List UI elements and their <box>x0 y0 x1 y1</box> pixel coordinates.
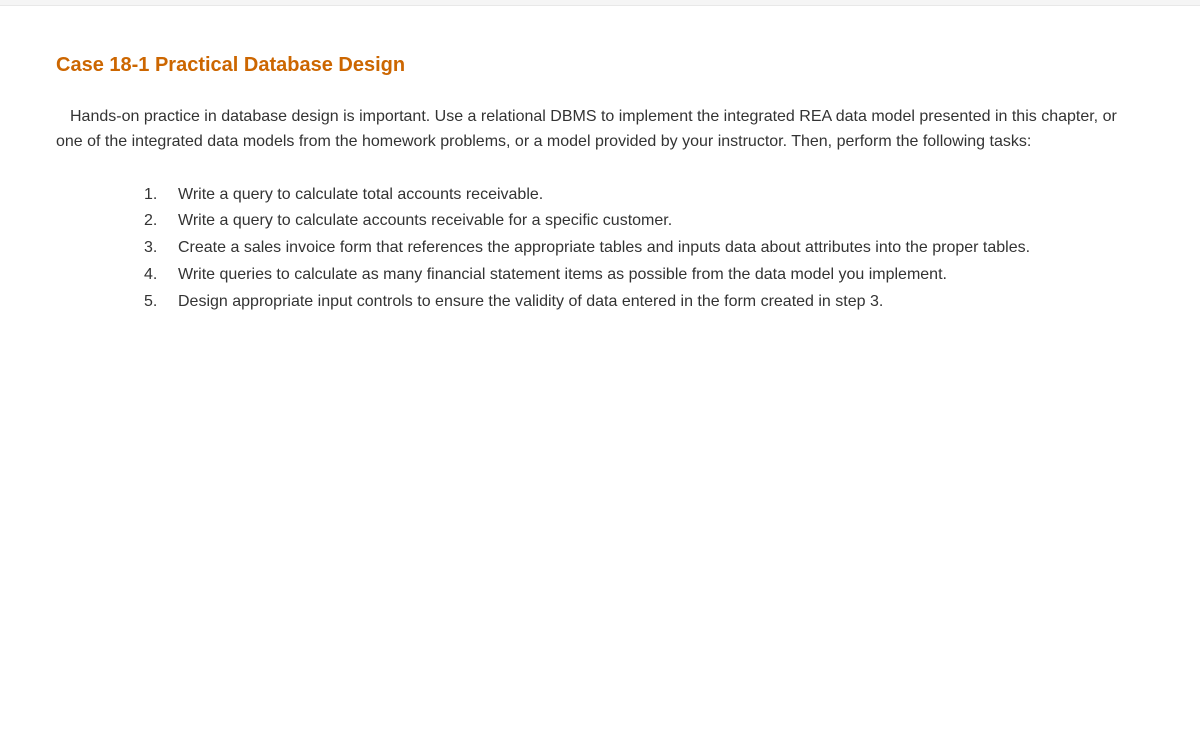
list-item: 1. Write a query to calculate total acco… <box>144 183 1104 208</box>
list-text: Write queries to calculate as many finan… <box>178 263 1104 288</box>
list-text: Write a query to calculate total account… <box>178 183 1104 208</box>
document-content: Case 18-1 Practical Database Design Hand… <box>0 6 1200 315</box>
list-number: 1. <box>144 183 178 208</box>
list-number: 5. <box>144 290 178 315</box>
list-item: 3. Create a sales invoice form that refe… <box>144 236 1104 261</box>
list-number: 4. <box>144 263 178 288</box>
list-text: Design appropriate input controls to ens… <box>178 290 1104 315</box>
list-number: 2. <box>144 209 178 234</box>
list-item: 5. Design appropriate input controls to … <box>144 290 1104 315</box>
list-text: Write a query to calculate accounts rece… <box>178 209 1104 234</box>
list-item: 4. Write queries to calculate as many fi… <box>144 263 1104 288</box>
case-heading: Case 18-1 Practical Database Design <box>56 54 1144 77</box>
list-item: 2. Write a query to calculate accounts r… <box>144 209 1104 234</box>
task-list: 1. Write a query to calculate total acco… <box>144 183 1144 315</box>
list-text: Create a sales invoice form that referen… <box>178 236 1104 261</box>
list-number: 3. <box>144 236 178 261</box>
intro-paragraph: Hands-on practice in database design is … <box>56 105 1144 155</box>
